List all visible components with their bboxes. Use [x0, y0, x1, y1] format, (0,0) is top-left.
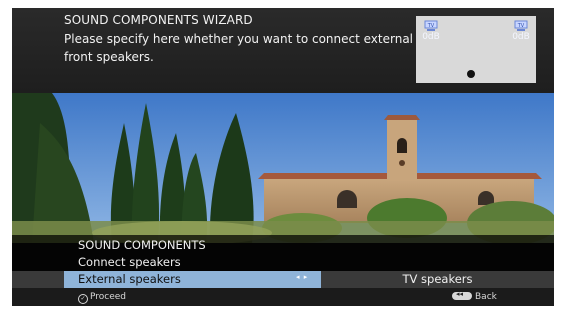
proceed-label: Proceed — [90, 292, 127, 302]
ok-icon: ✓ — [78, 294, 88, 304]
background-photo — [12, 93, 554, 243]
tv-speaker-icon: TV — [424, 20, 438, 31]
wizard-title: SOUND COMPONENTS WIZARD — [64, 13, 253, 27]
footer-bar: ✓Proceed Back — [12, 288, 554, 306]
menu-title: SOUND COMPONENTS — [78, 238, 206, 252]
right-speaker: TV 0dB — [508, 20, 534, 42]
left-level: 0dB — [422, 32, 440, 42]
tv-screen: SOUND COMPONENTS WIZARD Please specify h… — [12, 8, 554, 306]
external-speakers-label[interactable]: External speakers — [78, 272, 181, 286]
speaker-value[interactable]: TV speakers — [321, 272, 554, 286]
back-icon — [452, 290, 472, 300]
external-speakers-row[interactable]: External speakers ◂ ▸ TV speakers — [12, 271, 554, 288]
speaker-diagram: TV 0dB TV 0dB — [416, 16, 536, 83]
back-button[interactable]: Back — [452, 290, 497, 302]
wizard-description: Please specify here whether you want to … — [64, 32, 414, 64]
left-speaker: TV 0dB — [418, 20, 444, 42]
back-label: Back — [475, 292, 497, 302]
proceed-button[interactable]: ✓ Proceed — [78, 292, 126, 304]
svg-text:TV: TV — [517, 23, 525, 29]
menu-item-connect-speakers[interactable]: Connect speakers — [78, 255, 181, 269]
wizard-header: SOUND COMPONENTS WIZARD Please specify h… — [12, 8, 554, 93]
listener-position-dot — [467, 70, 475, 78]
tv-speaker-icon: TV — [514, 20, 528, 31]
left-right-arrows-icon[interactable]: ◂ ▸ — [296, 273, 308, 281]
svg-text:TV: TV — [427, 23, 435, 29]
right-level: 0dB — [512, 32, 530, 42]
